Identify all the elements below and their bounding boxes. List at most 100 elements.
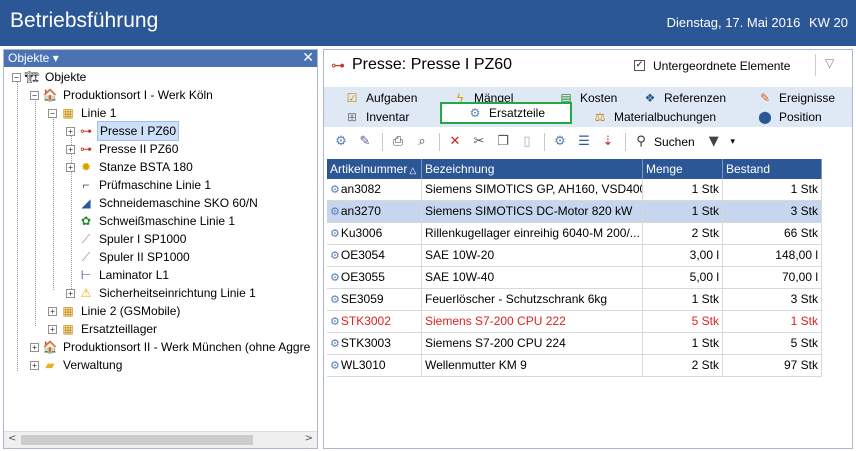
checklist-icon: ☑ <box>346 90 358 105</box>
expand-icon[interactable]: + <box>48 324 57 334</box>
table-row[interactable]: ⚙OE3054 SAE 10W-20 3,00 l 148,00 l <box>327 245 822 267</box>
punch-icon: ✹ <box>80 160 92 174</box>
cell-bezeichnung-text: SAE 10W-40 <box>425 270 495 284</box>
objects-dropdown[interactable]: Objekte ▾ <box>8 51 59 65</box>
tree-item-laminator[interactable]: ⊢ Laminator L1 <box>66 266 171 284</box>
cell-bestand: 1 Stk <box>723 311 822 332</box>
cut-icon[interactable]: ✂ <box>468 132 490 152</box>
date-display: Dienstag, 17. Mai 2016 KW 20 <box>667 15 848 30</box>
line-icon: ▦ <box>62 304 74 318</box>
tree-item-verwaltung[interactable]: + ▰ Verwaltung <box>30 356 124 374</box>
table-row[interactable]: ⚙STK3002 Siemens S7-200 CPU 222 5 Stk 1 Stk <box>327 311 822 333</box>
tree-item-linie-2[interactable]: + ▦ Linie 2 (GSMobile) <box>48 302 182 320</box>
column-artikelnummer[interactable]: Artikelnummer △ <box>327 159 422 179</box>
tree-item-presse-1[interactable]: + ⊶ Presse I PZ60 <box>66 121 180 141</box>
grid-header: Artikelnummer △ Bezeichnung Menge Bestand <box>327 159 822 179</box>
tab-position[interactable]: ⬤ Position <box>757 108 821 125</box>
collapse-header-icon[interactable]: ▽ <box>825 56 834 70</box>
tree-item-schneidemaschine[interactable]: ◢ Schneidemaschine SKO 60/N <box>66 194 260 212</box>
cell-artikelnummer-text: OE3055 <box>340 270 385 284</box>
tab-inventar[interactable]: ⊞ Inventar <box>344 108 409 125</box>
cell-bestand: 97 Stk <box>723 355 822 376</box>
cell-bestand: 3 Stk <box>723 201 822 222</box>
table-row[interactable]: ⚙an3270 Siemens SIMOTICS DC-Motor 820 kW 1… <box>327 201 822 223</box>
scroll-right-icon[interactable]: > <box>305 433 313 444</box>
cell-menge: 5,00 l <box>643 267 723 288</box>
cell-bezeichnung: Rillenkugellager einreihig 6040-M 200/..… <box>422 223 643 244</box>
expand-icon[interactable]: + <box>66 144 75 154</box>
cell-artikelnummer: ⚙SE3059 <box>327 289 422 310</box>
tree-item-linie-1[interactable]: − ▦ Linie 1 <box>48 104 118 122</box>
add-part-icon[interactable]: ⚙ <box>330 132 352 152</box>
tree-item-presse-2[interactable]: + ⊶ Presse II PZ60 <box>66 140 180 158</box>
filter-dropdown-icon[interactable]: ▾ <box>727 132 739 152</box>
tab-ereignisse[interactable]: ✎ Ereignisse <box>757 89 835 106</box>
table-row[interactable]: ⚙SE3059 Feuerlöscher - Schutzschrank 6kg 1… <box>327 289 822 311</box>
expand-icon[interactable]: + <box>30 360 39 370</box>
column-bestand[interactable]: Bestand <box>723 159 822 179</box>
collapse-icon[interactable]: − <box>30 90 39 100</box>
table-row[interactable]: ⚙an3082 Siemens SIMOTICS GP, AH160, VSD40… <box>327 179 822 201</box>
scroll-thumb[interactable] <box>21 435 253 445</box>
copy-icon[interactable]: ❐ <box>492 132 514 152</box>
tab-strip: ☑ Aufgaben ϟ Mängel ▤ Kosten ❖ Referenze… <box>324 87 852 127</box>
cell-bestand-text: 97 Stk <box>783 358 818 372</box>
cell-artikelnummer-text: an3082 <box>340 182 381 196</box>
tree-item-spuler-2[interactable]: ⟋ Spuler II SP1000 <box>66 248 192 266</box>
tab-aufgaben[interactable]: ☑ Aufgaben <box>344 89 418 106</box>
column-bezeichnung[interactable]: Bezeichnung <box>422 159 643 179</box>
horizontal-scrollbar[interactable]: < > <box>4 431 317 448</box>
tab-ersatzteile[interactable]: ⚙ Ersatzteile <box>440 102 572 124</box>
scroll-left-icon[interactable]: < <box>8 433 16 444</box>
edit-part-icon[interactable]: ✎ <box>354 132 376 152</box>
tab-materialbuchungen[interactable]: ⚖ Materialbuchungen <box>592 108 716 125</box>
tree-item-stanze[interactable]: + ✹ Stanze BSTA 180 <box>66 158 195 176</box>
print-icon[interactable]: ⎙ <box>387 132 409 152</box>
location-pin-icon: ⬤ <box>758 109 772 124</box>
tab-referenzen[interactable]: ❖ Referenzen <box>642 89 726 106</box>
tree-item-schweissmaschine[interactable]: ✿ Schweißmaschine Linie 1 <box>66 212 237 230</box>
expand-icon[interactable]: + <box>48 306 57 316</box>
cell-artikelnummer: ⚙Ku3006 <box>327 223 422 244</box>
table-row[interactable]: ⚙STK3003 Siemens S7-200 CPU 224 1 Stk 5 Stk <box>327 333 822 355</box>
stock-icon[interactable]: ☰ <box>573 132 595 152</box>
table-row[interactable]: ⚙WL3010 Wellenmutter KM 92 Stk 97 Stk <box>327 355 822 377</box>
paste-icon[interactable]: ▯ <box>516 132 538 152</box>
cell-artikelnummer: ⚙an3270 <box>327 201 422 222</box>
expand-icon[interactable]: + <box>66 162 75 172</box>
expand-icon[interactable]: + <box>66 126 75 136</box>
cell-menge: 1 Stk <box>643 201 723 222</box>
filter-icon[interactable]: ▼ <box>703 132 725 152</box>
tree-item-sicherheit[interactable]: + ⚠ Sicherheitseinrichtung Linie 1 <box>66 284 258 302</box>
parts-link-icon[interactable]: ⚙ <box>549 132 571 152</box>
tree-item-pruefmaschine[interactable]: ⌐ Prüfmaschine Linie 1 <box>66 176 213 194</box>
delete-icon[interactable]: ✕ <box>444 132 466 152</box>
inventory-icon: ⊞ <box>346 109 358 124</box>
expand-icon[interactable]: + <box>30 342 39 352</box>
collapse-icon[interactable]: − <box>12 72 21 82</box>
spare-part-icon: ⚙ <box>330 184 340 196</box>
print-preview-icon[interactable]: ⌕ <box>411 132 433 152</box>
close-panel-icon[interactable]: ✕ <box>302 49 314 66</box>
tree-item-produktionsort-1[interactable]: − 🏠 Produktionsort I - Werk Köln <box>30 86 215 104</box>
table-row[interactable]: ⚙OE3055 SAE 10W-40 5,00 l 70,00 l <box>327 267 822 289</box>
search-button[interactable]: Suchen <box>654 135 695 149</box>
subelements-label: Untergeordnete Elemente <box>653 59 791 73</box>
cell-bezeichnung: Siemens S7-200 CPU 222 <box>422 311 643 332</box>
booking-icon[interactable]: ⇣ <box>597 132 619 152</box>
expand-icon[interactable]: + <box>66 288 75 298</box>
tree-item-ersatzteillager[interactable]: + ▦ Ersatzteillager <box>48 320 159 338</box>
table-row[interactable]: ⚙Ku3006 Rillenkugellager einreihig 6040-M… <box>327 223 822 245</box>
tree-item-produktionsort-2[interactable]: + 🏠 Produktionsort II - Werk München (oh… <box>30 338 312 356</box>
collapse-icon[interactable]: − <box>48 108 57 118</box>
tree-item-spuler-1[interactable]: ⟋ Spuler I SP1000 <box>66 230 188 248</box>
folder-icon: ▰ <box>45 358 55 372</box>
column-menge[interactable]: Menge <box>643 159 723 179</box>
cell-bestand-text: 3 Stk <box>790 204 818 218</box>
subelements-checkbox[interactable]: ✓ <box>634 60 645 71</box>
cell-menge: 3,00 l <box>643 245 723 266</box>
cell-bestand-text: 148,00 l <box>775 248 818 262</box>
tree-item-objekte[interactable]: − 🏗 Objekte <box>12 68 88 86</box>
cell-bezeichnung: Wellenmutter KM 9 <box>422 355 643 376</box>
binoculars-icon[interactable]: ⚲ <box>630 132 652 152</box>
